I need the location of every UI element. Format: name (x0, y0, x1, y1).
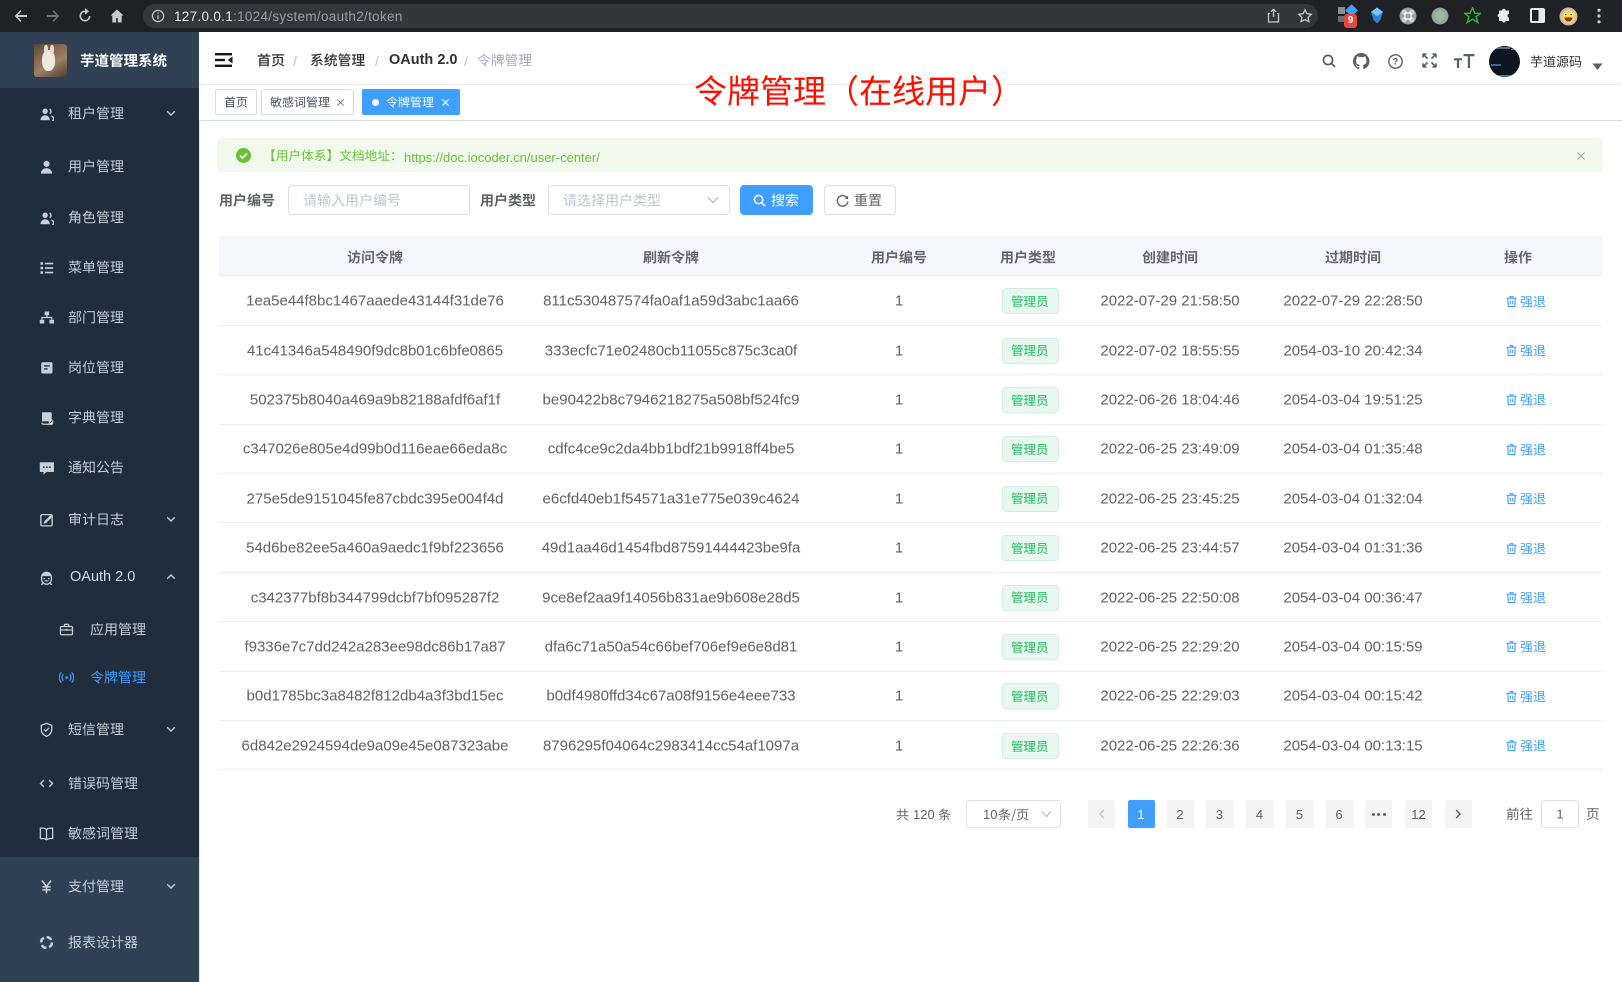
svg-text:?: ? (1393, 57, 1399, 67)
